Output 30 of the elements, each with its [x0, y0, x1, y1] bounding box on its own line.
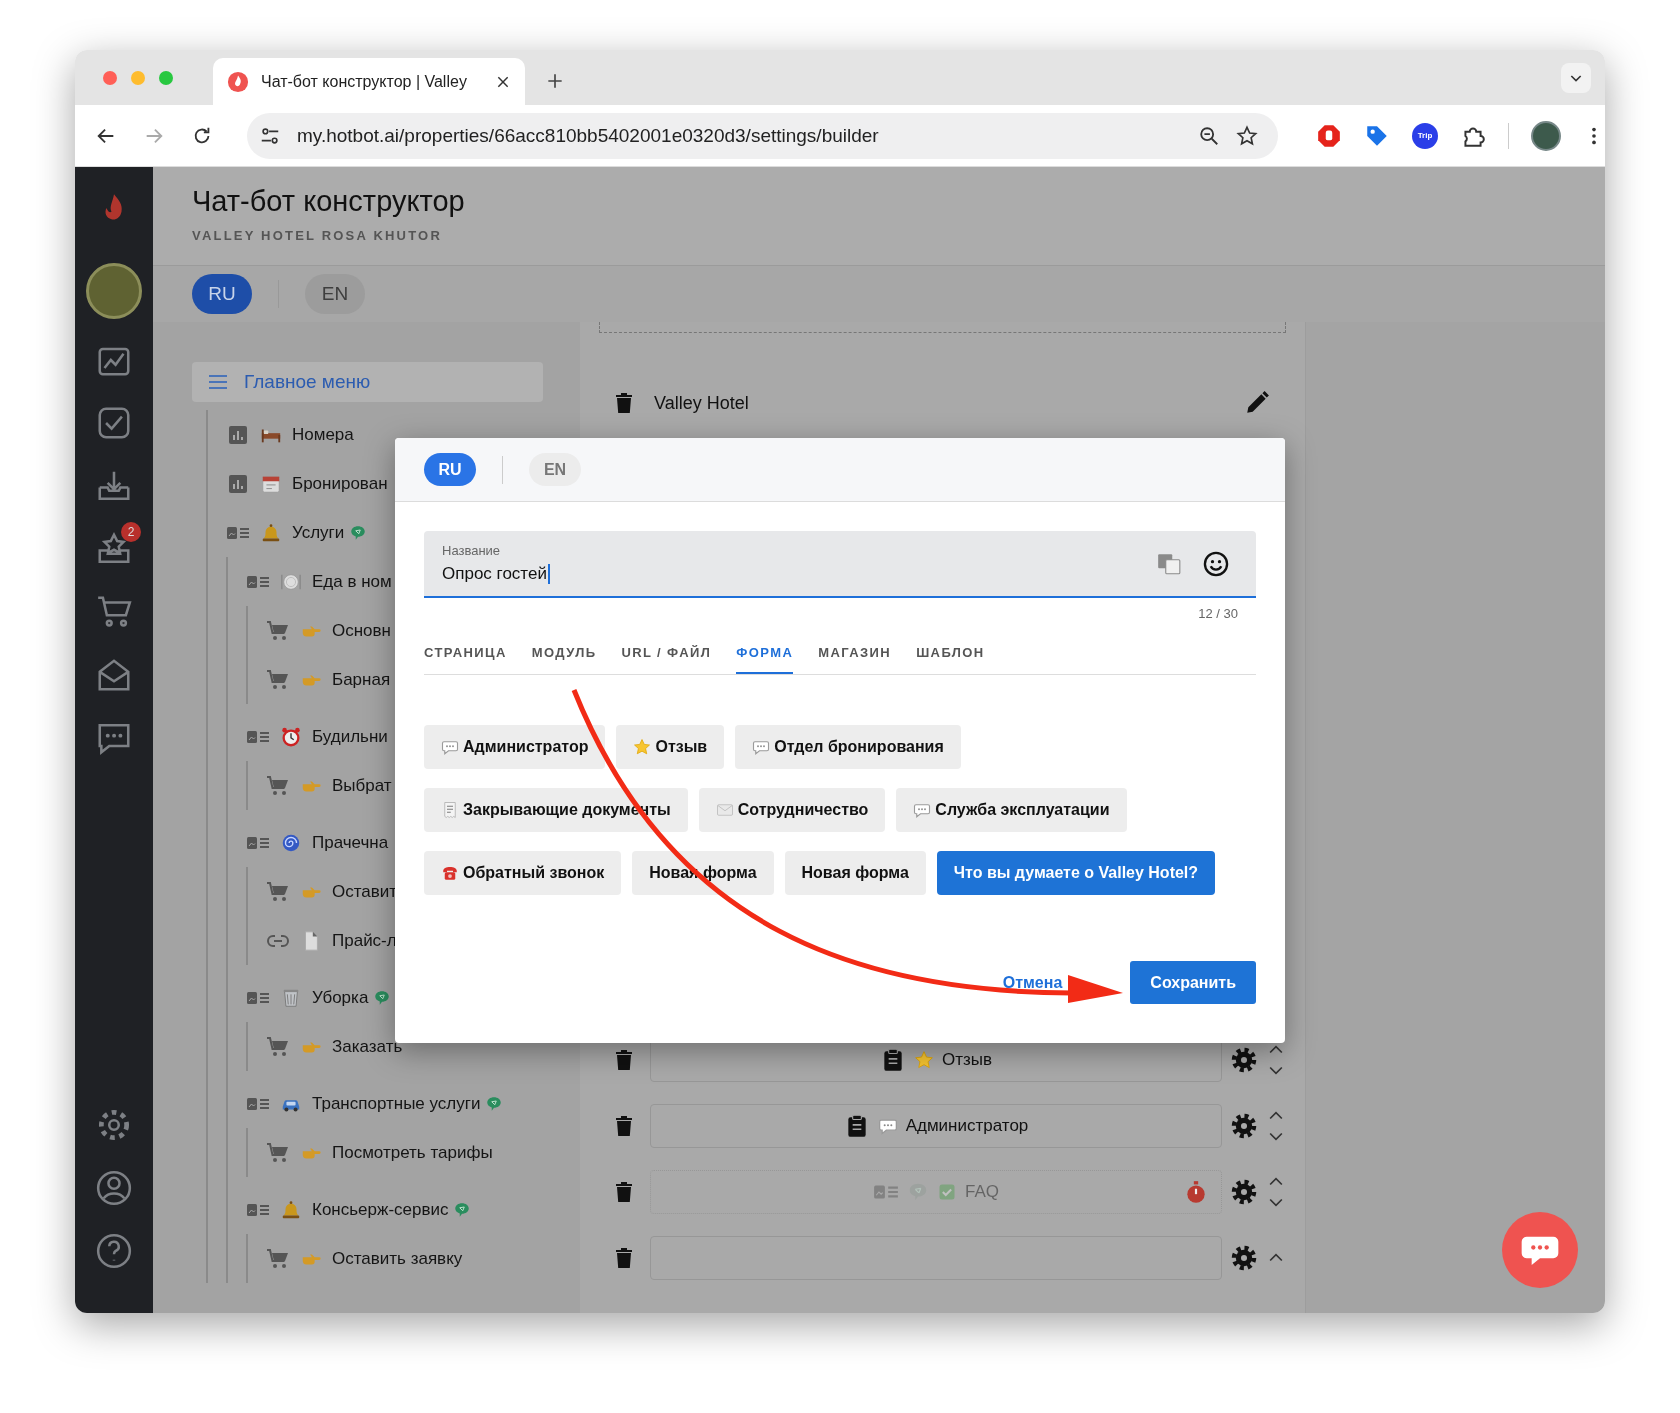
field-label: Название: [442, 543, 502, 558]
tree-item-label: Выбрат: [332, 775, 392, 796]
bot-title: Valley Hotel: [654, 392, 749, 414]
block-label: Администратор: [905, 1116, 1029, 1136]
url-text: my.hotbot.ai/properties/66acc810bb5402001e0320d3/settings/builder: [297, 124, 879, 147]
tree-item-label: Будильни: [312, 726, 388, 747]
tree-item-label: Уборка: [312, 987, 369, 1008]
tree-item-label: Услуги: [292, 522, 345, 543]
page-subtitle: VALLEY HOTEL ROSA KHUTOR: [192, 228, 443, 243]
tree-item-label: Прачечна: [312, 832, 389, 853]
tree-item-label: Основн: [332, 620, 391, 641]
page-title: Чат-бот конструктор: [192, 185, 466, 218]
tree-item-label: Посмотреть тарифы: [332, 1142, 493, 1163]
tree-item-label: Прайс-л: [332, 930, 397, 951]
tab-title: Чат-бот конструктор | Valley: [261, 72, 468, 91]
tree-item-label: Заказать: [332, 1036, 403, 1057]
tree-item-label: Консьерж-сервис: [312, 1199, 449, 1220]
block-label: FAQ: [965, 1182, 999, 1202]
tree-item-label: Оставит: [332, 881, 398, 902]
tree-item-label: Барная: [332, 669, 391, 690]
character-counter: 12 / 30: [1197, 606, 1239, 621]
tree-item-label: Еда в ном: [312, 571, 392, 592]
tree-item-label: Номера: [292, 424, 354, 445]
field-value: Опрос гостей: [442, 564, 550, 584]
tree-item-label: Бронирован: [292, 473, 388, 494]
tree-item-label: Оставить заявку: [332, 1248, 463, 1269]
block-label: Отзыв: [941, 1050, 993, 1070]
tree-item-label: Транспортные услуги: [312, 1093, 481, 1114]
main-menu-label: Главное меню: [244, 371, 371, 393]
notification-badge: 2: [121, 522, 141, 542]
